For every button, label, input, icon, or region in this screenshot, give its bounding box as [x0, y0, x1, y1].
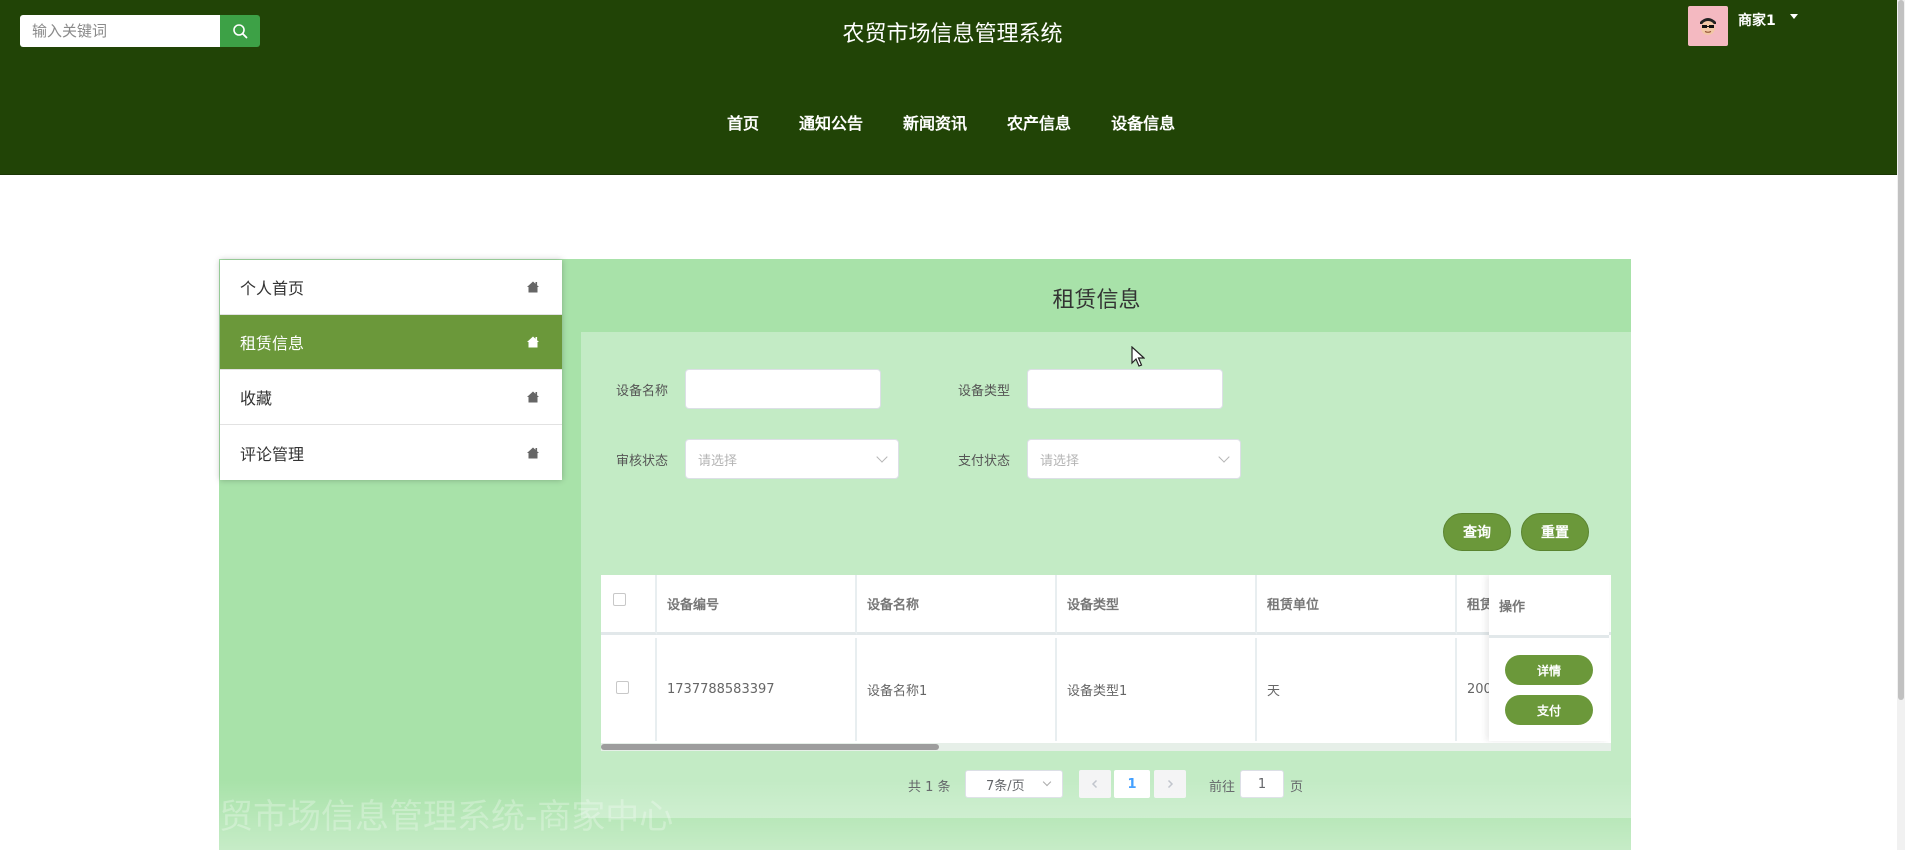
home-icon	[527, 391, 539, 403]
data-table: 设备编号 设备名称 设备类型 租赁单位 租赁 1737788583397 设备名…	[601, 575, 1611, 743]
column-header[interactable]: 设备名称	[857, 575, 1057, 635]
avatar[interactable]	[1688, 6, 1728, 46]
audit-status-label: 审核状态	[616, 454, 669, 469]
chevron-right-icon	[1167, 779, 1174, 789]
device-name-label: 设备名称	[616, 384, 669, 399]
table-horizontal-scrollbar[interactable]	[601, 743, 1611, 751]
details-button[interactable]: 详情	[1505, 655, 1593, 685]
page-scrollbar[interactable]	[1897, 0, 1905, 850]
sidebar-item-rental[interactable]: 租赁信息	[220, 315, 562, 370]
sidebar-item-favorites[interactable]: 收藏	[220, 370, 562, 425]
reset-button[interactable]: 重置	[1521, 513, 1589, 551]
row-checkbox[interactable]	[616, 681, 629, 694]
site-title: 农贸市场信息管理系统	[842, 22, 1063, 47]
chevron-down-icon	[876, 451, 888, 463]
home-icon	[527, 281, 539, 293]
nav-notices[interactable]: 通知公告	[799, 110, 863, 134]
sidebar-item-label: 收藏	[240, 389, 273, 408]
top-header: 农贸市场信息管理系统 商家1 首页 通知公告 新闻资讯 农产信息 设备信息	[0, 0, 1905, 175]
audit-status-select[interactable]: 请选择	[685, 439, 899, 479]
device-name-input[interactable]	[685, 369, 881, 409]
chevron-down-icon	[1218, 451, 1230, 463]
column-header[interactable]: 设备编号	[657, 575, 857, 635]
caret-down-icon[interactable]	[1789, 14, 1798, 19]
select-placeholder: 请选择	[1040, 453, 1080, 469]
cell-code: 1737788583397	[657, 638, 857, 741]
avatar-face-icon	[1700, 18, 1716, 35]
prev-page-button[interactable]	[1079, 770, 1111, 798]
scrollbar-thumb[interactable]	[601, 744, 939, 750]
user-name[interactable]: 商家1	[1738, 10, 1776, 30]
pay-button[interactable]: 支付	[1505, 695, 1593, 725]
mouse-cursor-icon	[1131, 346, 1145, 367]
sidebar-item-profile[interactable]: 个人首页	[220, 260, 562, 315]
query-button[interactable]: 查询	[1443, 513, 1511, 551]
nav-news[interactable]: 新闻资讯	[903, 110, 967, 134]
actions-column: 操作 详情 支付	[1489, 575, 1609, 741]
nav-devices[interactable]: 设备信息	[1111, 110, 1175, 134]
pay-status-label: 支付状态	[958, 454, 1011, 469]
select-all-checkbox[interactable]	[613, 593, 626, 606]
page-size-select[interactable]: 7条/页	[965, 770, 1063, 798]
page-suffix: 页	[1290, 780, 1304, 795]
chevron-left-icon	[1091, 779, 1098, 789]
page-size-value: 7条/页	[986, 778, 1025, 794]
home-icon	[527, 336, 539, 348]
sidebar-item-label: 租赁信息	[240, 334, 305, 353]
device-type-input[interactable]	[1027, 369, 1223, 409]
column-header[interactable]: 设备类型	[1057, 575, 1257, 635]
column-header: 操作	[1499, 600, 1526, 615]
background-watermark-text: 贸市场信息管理系统-商家中心	[219, 797, 674, 837]
column-header[interactable]: 租赁单位	[1257, 575, 1457, 635]
page-title: 租赁信息	[1052, 288, 1141, 313]
cell-name: 设备名称1	[857, 638, 1057, 741]
sidebar-item-comments[interactable]: 评论管理	[220, 425, 562, 480]
header-divider	[1489, 635, 1609, 638]
cell-unit: 天	[1257, 638, 1457, 741]
scrollbar-thumb[interactable]	[1898, 0, 1904, 700]
pagination-total: 共 1 条	[908, 780, 951, 795]
sidebar: 个人首页 租赁信息 收藏 评论管理	[220, 260, 562, 480]
chevron-down-icon	[1042, 777, 1052, 787]
goto-page-input[interactable]: 1	[1240, 770, 1284, 798]
nav-home[interactable]: 首页	[727, 110, 759, 134]
home-icon	[527, 447, 539, 458]
device-type-label: 设备类型	[958, 384, 1011, 399]
cell-type: 设备类型1	[1057, 638, 1257, 741]
sidebar-item-label: 评论管理	[240, 444, 305, 464]
row-select-cell	[601, 638, 657, 741]
page-number-current[interactable]: 1	[1114, 770, 1150, 798]
select-all-cell	[601, 575, 657, 635]
pay-status-select[interactable]: 请选择	[1027, 439, 1241, 479]
user-menu[interactable]: 商家1	[1688, 6, 1798, 46]
goto-label: 前往	[1209, 780, 1236, 795]
sidebar-item-label: 个人首页	[240, 279, 305, 298]
main-nav: 首页 通知公告 新闻资讯 农产信息 设备信息	[727, 110, 1215, 134]
nav-products[interactable]: 农产信息	[1007, 110, 1071, 134]
select-placeholder: 请选择	[698, 453, 738, 469]
next-page-button[interactable]	[1154, 770, 1186, 798]
